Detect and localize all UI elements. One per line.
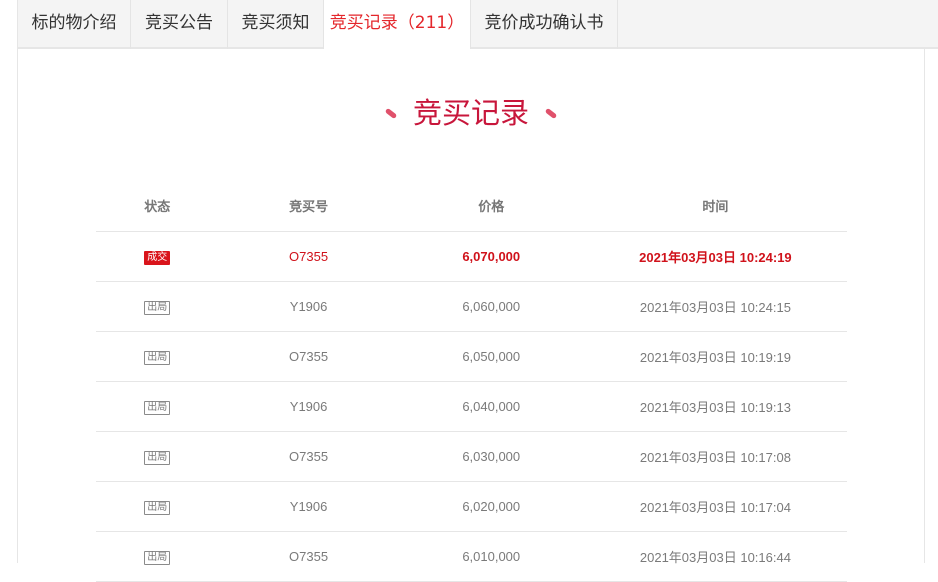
price-cell: 6,040,000 <box>398 381 584 432</box>
status-cell: 出局 <box>96 331 219 382</box>
time-cell: 2021年03月03日 10:17:04 <box>583 481 847 532</box>
tab-item-intro[interactable]: 标的物介绍 <box>18 0 131 49</box>
right-decoration-icon <box>545 107 558 119</box>
time-cell: 2021年03月03日 10:24:19 <box>583 231 847 282</box>
bid-no-cell: O7355 <box>218 431 399 482</box>
section-header: 竞买记录 <box>18 93 924 133</box>
tab-bid-records[interactable]: 竞买记录（211） <box>324 0 471 51</box>
time-cell: 2021年03月03日 10:19:19 <box>583 331 847 382</box>
status-badge-out: 出局 <box>144 351 171 365</box>
bid-no-cell: O7355 <box>218 231 399 282</box>
status-cell: 出局 <box>96 481 219 532</box>
status-cell: 出局 <box>96 531 219 582</box>
table-row: 出局 Y1906 6,060,000 2021年03月03日 10:24:15 <box>96 281 847 332</box>
section-title: 竞买记录 <box>412 96 529 130</box>
price-cell: 6,060,000 <box>398 281 584 332</box>
bid-no-cell: Y1906 <box>218 381 399 432</box>
bid-records-table: 状态 竞买号 价格 时间 成交 O7355 6,070,000 2021年03月… <box>96 180 847 582</box>
header-bid-no: 竞买号 <box>218 180 399 232</box>
price-cell: 6,020,000 <box>398 481 584 532</box>
status-badge-deal: 成交 <box>144 251 171 265</box>
table-row: 出局 Y1906 6,020,000 2021年03月03日 10:17:04 <box>96 481 847 532</box>
price-cell: 6,010,000 <box>398 531 584 582</box>
bid-records-panel: 竞买记录 状态 竞买号 价格 时间 成交 O7355 6,070,000 202… <box>17 49 925 582</box>
bid-no-cell: O7355 <box>218 331 399 382</box>
bid-no-cell: Y1906 <box>218 481 399 532</box>
time-cell: 2021年03月03日 10:19:13 <box>583 381 847 432</box>
table-header-row: 状态 竞买号 价格 时间 <box>96 180 847 232</box>
price-cell: 6,030,000 <box>398 431 584 482</box>
status-cell: 出局 <box>96 431 219 482</box>
table-row: 出局 Y1906 6,040,000 2021年03月03日 10:19:13 <box>96 381 847 432</box>
time-cell: 2021年03月03日 10:24:15 <box>583 281 847 332</box>
status-cell: 出局 <box>96 281 219 332</box>
status-badge-out: 出局 <box>144 301 171 315</box>
tab-auction-notice[interactable]: 竞买须知 <box>228 0 324 49</box>
table-row: 成交 O7355 6,070,000 2021年03月03日 10:24:19 <box>96 231 847 282</box>
table-row: 出局 O7355 6,050,000 2021年03月03日 10:19:19 <box>96 331 847 382</box>
status-cell: 成交 <box>96 231 219 282</box>
header-price: 价格 <box>398 180 584 232</box>
header-status: 状态 <box>96 180 219 232</box>
table-row: 出局 O7355 6,030,000 2021年03月03日 10:17:08 <box>96 431 847 482</box>
header-time: 时间 <box>583 180 847 232</box>
status-badge-out: 出局 <box>144 501 171 515</box>
status-badge-out: 出局 <box>144 451 171 465</box>
tab-bar: 标的物介绍 竞买公告 竞买须知 竞买记录（211） 竞价成功确认书 <box>17 0 938 51</box>
tab-confirmation-letter[interactable]: 竞价成功确认书 <box>471 0 618 49</box>
left-decoration-icon <box>384 107 397 119</box>
status-cell: 出局 <box>96 381 219 432</box>
time-cell: 2021年03月03日 10:17:08 <box>583 431 847 482</box>
time-cell: 2021年03月03日 10:16:44 <box>583 531 847 582</box>
price-cell: 6,070,000 <box>398 231 584 282</box>
bid-no-cell: Y1906 <box>218 281 399 332</box>
tab-auction-announcement[interactable]: 竞买公告 <box>131 0 228 49</box>
status-badge-out: 出局 <box>144 401 171 415</box>
bid-no-cell: O7355 <box>218 531 399 582</box>
table-row: 出局 O7355 6,010,000 2021年03月03日 10:16:44 <box>96 531 847 582</box>
price-cell: 6,050,000 <box>398 331 584 382</box>
